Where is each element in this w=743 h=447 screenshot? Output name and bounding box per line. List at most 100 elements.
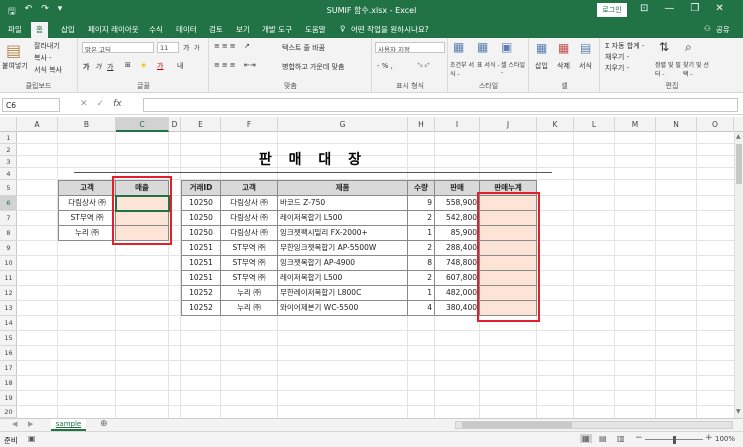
tab-formulas[interactable]: 수식 [149, 24, 163, 35]
table-cell[interactable]: 무한잉크젯복합기 AP-5500W [278, 241, 408, 256]
cut-button[interactable]: 잘라내기 [34, 41, 60, 51]
formula-input[interactable] [143, 98, 738, 112]
row-header[interactable]: 7 [0, 211, 17, 226]
scroll-thumb[interactable] [736, 144, 742, 184]
autosum-button[interactable]: Σ 자동 합계 - [605, 41, 644, 51]
underline-button[interactable]: 가 [107, 62, 113, 72]
font-color-icon[interactable]: 가 [157, 61, 163, 71]
tab-review[interactable]: 검토 [209, 24, 223, 35]
tell-me-search[interactable]: 어떤 작업을 원하시나요? [351, 24, 429, 35]
summary-customer-cell[interactable]: ST무역 ㈜ [58, 211, 116, 226]
delete-cells-icon[interactable]: ▦ [558, 41, 569, 55]
column-header[interactable]: O [697, 117, 734, 132]
number-symbols[interactable]: - % , [377, 62, 393, 70]
merge-center-button[interactable]: 병합하고 가운데 맞춤 [282, 62, 344, 72]
table-cell[interactable]: 542,800 [435, 211, 480, 226]
prev-sheet-icon[interactable]: ◀ [12, 420, 17, 428]
main-header-product[interactable]: 제품 [278, 180, 408, 196]
row-header[interactable]: 12 [0, 286, 17, 301]
tab-data[interactable]: 데이터 [176, 24, 197, 35]
column-header[interactable]: M [615, 117, 656, 132]
close-button[interactable]: ✕ [715, 3, 723, 14]
table-cell[interactable]: 10250 [181, 226, 221, 241]
row-header[interactable]: 19 [0, 391, 17, 406]
conditional-format-button[interactable]: 조건부 서식 - [450, 60, 476, 78]
fill-color-icon[interactable]: ◈ [141, 61, 146, 69]
table-cell[interactable]: 다림상사 ㈜ [221, 226, 278, 241]
table-cell[interactable]: 10251 [181, 241, 221, 256]
page-break-view-icon[interactable]: ▥ [617, 434, 625, 443]
decimal-buttons[interactable]: ⁺₀ ₀⁺ [417, 62, 430, 69]
table-cell[interactable]: 10251 [181, 256, 221, 271]
row-header[interactable]: 6 [0, 196, 17, 211]
column-header[interactable]: A [17, 117, 58, 132]
column-header[interactable]: C [116, 117, 169, 132]
column-header[interactable]: F [221, 117, 278, 132]
page-layout-view-icon[interactable]: ▤ [599, 434, 607, 443]
table-cell[interactable]: 85,900 [435, 226, 480, 241]
table-cell[interactable]: 다림상사 ㈜ [221, 196, 278, 211]
table-cell[interactable]: 레이저복합기 L500 [278, 271, 408, 286]
cell-styles-icon[interactable]: ▣ [501, 40, 512, 54]
row-header[interactable]: 4 [0, 168, 17, 180]
login-button[interactable]: 로그인 [597, 3, 627, 17]
row-header[interactable]: 9 [0, 241, 17, 256]
enter-icon[interactable]: ✓ [97, 99, 114, 109]
table-cell[interactable]: ST무역 ㈜ [221, 241, 278, 256]
minimize-button[interactable]: — [664, 3, 674, 14]
column-header[interactable]: G [278, 117, 408, 132]
font-size-select[interactable]: 11 [157, 42, 179, 53]
table-cell[interactable]: 바코드 Z-750 [278, 196, 408, 211]
table-cell[interactable]: 607,800 [435, 271, 480, 286]
vertical-scrollbar[interactable]: ▲ ▼ [734, 132, 743, 418]
table-cell[interactable]: 2 [408, 271, 435, 286]
cell-styles-button[interactable]: 셀 스타일 - [501, 60, 529, 76]
tab-help[interactable]: 도움말 [305, 24, 326, 35]
format-painter-button[interactable]: 서식 복사 [34, 65, 62, 75]
copy-button[interactable]: 복사 - [34, 53, 52, 63]
insert-cells-icon[interactable]: ▦ [536, 41, 547, 55]
row-header[interactable]: 10 [0, 256, 17, 271]
normal-view-icon[interactable]: ▦ [580, 434, 592, 443]
share-button[interactable]: 공유 [716, 24, 730, 35]
table-cell[interactable]: 2 [408, 211, 435, 226]
table-cell[interactable]: 482,000 [435, 286, 480, 301]
format-table-icon[interactable]: ▦ [477, 40, 488, 54]
conditional-format-icon[interactable]: ▦ [453, 40, 464, 54]
tab-insert[interactable]: 삽입 [61, 24, 75, 35]
row-header[interactable]: 5 [0, 180, 17, 196]
paste-icon[interactable]: ▤ [6, 41, 21, 60]
zoom-level[interactable]: 100% [715, 435, 735, 443]
horizontal-scrollbar[interactable] [455, 421, 733, 429]
tab-view[interactable]: 보기 [236, 24, 250, 35]
zoom-out-button[interactable]: − [635, 433, 643, 443]
column-header[interactable]: B [58, 117, 116, 132]
column-header[interactable]: H [408, 117, 435, 132]
name-box[interactable]: C6 [2, 98, 60, 112]
column-header[interactable]: N [656, 117, 697, 132]
main-header-sales[interactable]: 판매 [435, 180, 480, 196]
row-header[interactable]: 1 [0, 132, 17, 144]
column-header[interactable]: D [169, 117, 181, 132]
row-header[interactable]: 2 [0, 144, 17, 156]
table-cell[interactable]: 1 [408, 286, 435, 301]
format-cells-icon[interactable]: ▤ [580, 41, 591, 55]
zoom-in-button[interactable]: + [705, 433, 713, 443]
sort-filter-icon[interactable]: ⇅ [659, 40, 669, 54]
table-cell[interactable]: 288,400 [435, 241, 480, 256]
table-cell[interactable]: 10250 [181, 211, 221, 226]
main-header-id[interactable]: 거래ID [181, 180, 221, 196]
table-cell[interactable]: 10251 [181, 271, 221, 286]
ribbon-display-icon[interactable]: ⊡ [640, 3, 648, 14]
row-header[interactable]: 3 [0, 156, 17, 168]
table-cell[interactable]: 748,800 [435, 256, 480, 271]
table-cell[interactable]: 잉크젯팩시밀리 FX-2000+ [278, 226, 408, 241]
table-cell[interactable]: 잉크젯복합기 AP-4900 [278, 256, 408, 271]
tab-page-layout[interactable]: 페이지 레이아웃 [88, 24, 139, 35]
table-cell[interactable]: 다림상사 ㈜ [221, 211, 278, 226]
clear-button[interactable]: 지우기 - [605, 63, 629, 73]
row-header[interactable]: 13 [0, 301, 17, 316]
find-select-icon[interactable]: ⌕ [685, 40, 692, 55]
sheet-tab-sample[interactable]: sample [51, 419, 86, 431]
table-cell[interactable]: 9 [408, 196, 435, 211]
